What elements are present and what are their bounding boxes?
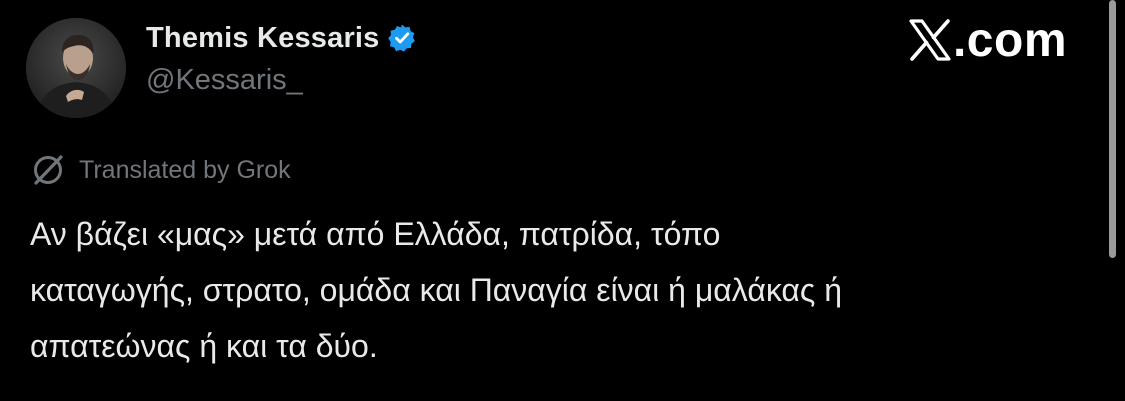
author-name-row[interactable]: Themis Kessaris xyxy=(146,18,417,58)
brand-domain: .com xyxy=(952,13,1067,67)
author-handle[interactable]: @Kessaris_ xyxy=(146,64,303,97)
scrollbar[interactable] xyxy=(1109,0,1116,258)
avatar[interactable] xyxy=(26,18,126,118)
grok-icon xyxy=(30,152,66,188)
tweet-text: Αν βάζει «μας» μετά από Ελλάδα, πατρίδα,… xyxy=(30,206,1070,374)
tweet-text-line: καταγωγής, στρατο, ομάδα και Παναγία είν… xyxy=(30,272,843,308)
translation-label: Translated by Grok xyxy=(79,155,291,184)
translation-notice[interactable]: Translated by Grok xyxy=(30,150,291,190)
profile-photo xyxy=(26,18,126,118)
tweet-text-line: απατεώνας ή και τα δύο. xyxy=(30,328,378,364)
tweet-text-line: Αν βάζει «μας» μετά από Ελλάδα, πατρίδα,… xyxy=(30,216,721,252)
x-logo-icon xyxy=(908,18,952,62)
verified-badge-icon xyxy=(387,23,417,53)
display-name[interactable]: Themis Kessaris xyxy=(146,22,380,55)
brand-logo: .com xyxy=(908,12,1067,68)
